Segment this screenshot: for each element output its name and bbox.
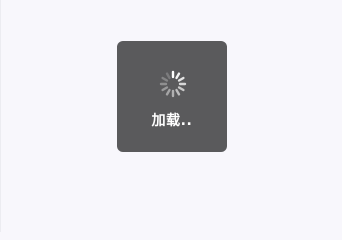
loading-spinner-icon — [159, 70, 187, 98]
loading-label: 加载.. — [151, 113, 193, 129]
page-left-border — [0, 0, 1, 232]
loading-toast: 加载.. — [117, 41, 227, 152]
